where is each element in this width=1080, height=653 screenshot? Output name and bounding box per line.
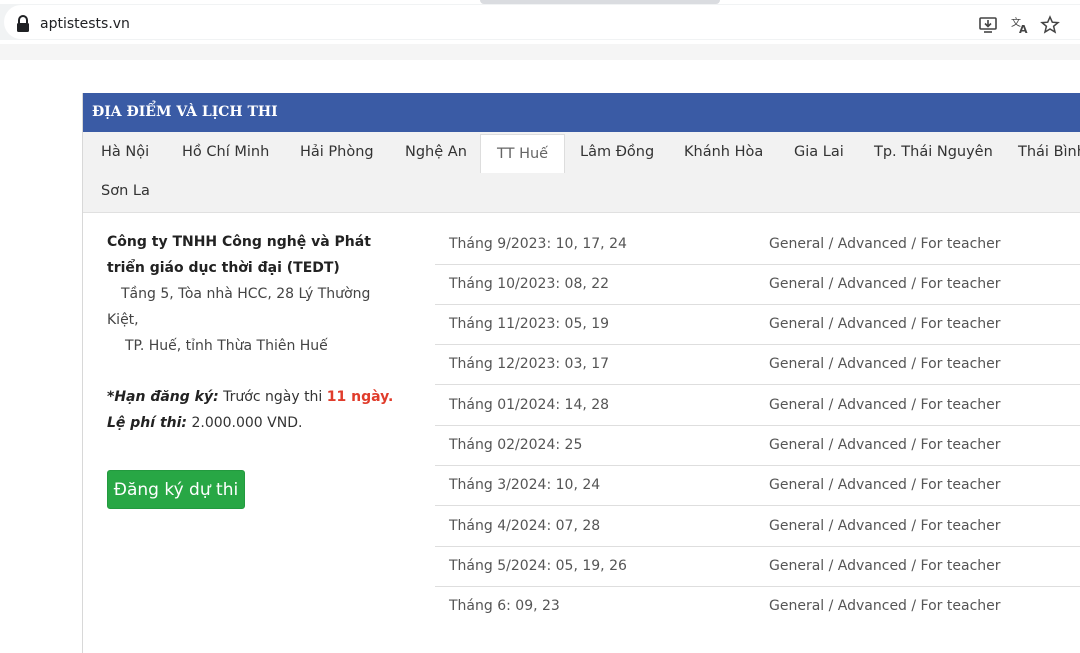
location-tabs: Hà Nội Hồ Chí Minh Hải Phòng Nghệ An TT … — [83, 132, 1080, 213]
lock-icon[interactable] — [16, 15, 30, 33]
translate-icon[interactable]: 文 A — [1010, 15, 1030, 36]
tab-lam-dong[interactable]: Lâm Đồng — [580, 133, 654, 171]
deadline-text: Trước ngày thi — [218, 389, 327, 405]
tab-khanh-hoa[interactable]: Khánh Hòa — [684, 133, 763, 171]
address-line-1: Tầng 5, Tòa nhà HCC, 28 Lý Thường — [121, 286, 371, 302]
company-name: Công ty TNHH Công nghệ và Phát triển giá… — [107, 234, 371, 276]
schedule-row: Tháng 5/2024: 05, 19, 26 General / Advan… — [435, 546, 1080, 587]
schedule-row: Tháng 6: 09, 23 General / Advanced / For… — [435, 586, 1080, 626]
tab-tp-thai-nguyen[interactable]: Tp. Thái Nguyên — [874, 133, 993, 171]
schedule-level: General / Advanced / For teacher — [769, 397, 1001, 413]
deadline-label: *Hạn đăng ký: — [107, 389, 219, 405]
schedule-row: Tháng 12/2023: 03, 17 General / Advanced… — [435, 344, 1080, 385]
schedule-level: General / Advanced / For teacher — [769, 236, 1001, 252]
tab-nghe-an[interactable]: Nghệ An — [405, 133, 467, 171]
schedule-date: Tháng 5/2024: 05, 19, 26 — [449, 558, 627, 574]
schedule-date: Tháng 02/2024: 25 — [449, 437, 583, 453]
registration-deadline: *Hạn đăng ký: Trước ngày thi 11 ngày. — [107, 384, 393, 410]
schedule-row: Tháng 3/2024: 10, 24 General / Advanced … — [435, 465, 1080, 506]
tab-tt-hue[interactable]: TT Huế — [480, 134, 566, 173]
schedule-row: Tháng 10/2023: 08, 22 General / Advanced… — [435, 264, 1080, 305]
browser-toolbar: aptistests.vn 文 A — [0, 0, 1080, 44]
svg-text:A: A — [1019, 23, 1028, 35]
schedule-row: Tháng 9/2023: 10, 17, 24 General / Advan… — [435, 224, 1080, 265]
tab-son-la[interactable]: Sơn La — [101, 172, 150, 210]
schedule-level: General / Advanced / For teacher — [769, 276, 1001, 292]
exam-schedule-panel: ĐỊA ĐIỂM VÀ LỊCH THI Hà Nội Hồ Chí Minh … — [82, 93, 1080, 653]
tab-hai-phong[interactable]: Hải Phòng — [300, 133, 374, 171]
install-app-icon[interactable] — [978, 15, 998, 35]
address-line-3: TP. Huế, tỉnh Thừa Thiên Huế — [125, 338, 328, 354]
schedule-level: General / Advanced / For teacher — [769, 558, 1001, 574]
schedule-date: Tháng 10/2023: 08, 22 — [449, 276, 610, 292]
deadline-value: 11 ngày. — [326, 389, 394, 405]
schedule-row: Tháng 11/2023: 05, 19 General / Advanced… — [435, 304, 1080, 345]
fee-value: 2.000.000 VND. — [187, 415, 303, 431]
schedule-row: Tháng 01/2024: 14, 28 General / Advanced… — [435, 385, 1080, 426]
tab-thai-binh[interactable]: Thái Bình — [1018, 133, 1080, 171]
schedule-date: Tháng 11/2023: 05, 19 — [449, 316, 610, 332]
register-exam-button[interactable]: Đăng ký dự thi — [107, 470, 245, 509]
schedule-date: Tháng 01/2024: 14, 28 — [449, 397, 610, 413]
schedule-date: Tháng 3/2024: 10, 24 — [449, 477, 601, 493]
tab-gia-lai[interactable]: Gia Lai — [794, 133, 844, 171]
schedule-level: General / Advanced / For teacher — [769, 598, 1001, 614]
schedule-date: Tháng 12/2023: 03, 17 — [449, 356, 610, 372]
schedule-level: General / Advanced / For teacher — [769, 437, 1001, 453]
exam-fee: Lệ phí thi: 2.000.000 VND. — [107, 410, 302, 436]
page-top-strip — [0, 44, 1080, 60]
url-text[interactable]: aptistests.vn — [40, 16, 130, 32]
schedule-date: Tháng 4/2024: 07, 28 — [449, 518, 601, 534]
address-line-2: Kiệt, — [107, 312, 139, 328]
schedule-level: General / Advanced / For teacher — [769, 316, 1001, 332]
schedule-level: General / Advanced / For teacher — [769, 477, 1001, 493]
tab-ha-noi[interactable]: Hà Nội — [101, 133, 149, 171]
url-field[interactable]: aptistests.vn 文 A — [4, 5, 1080, 39]
address-bar[interactable]: aptistests.vn 文 A — [0, 4, 1080, 40]
schedule-row: Tháng 4/2024: 07, 28 General / Advanced … — [435, 506, 1080, 547]
schedule-level: General / Advanced / For teacher — [769, 518, 1001, 534]
fee-label: Lệ phí thi: — [107, 415, 188, 431]
schedule-level: General / Advanced / For teacher — [769, 356, 1001, 372]
schedule-row: Tháng 02/2024: 25 General / Advanced / F… — [435, 425, 1080, 466]
bookmark-star-icon[interactable] — [1040, 15, 1060, 35]
schedule-date: Tháng 6: 09, 23 — [449, 598, 560, 614]
tab-ho-chi-minh[interactable]: Hồ Chí Minh — [182, 133, 269, 171]
section-title: ĐỊA ĐIỂM VÀ LỊCH THI — [83, 93, 1080, 132]
schedule-date: Tháng 9/2023: 10, 17, 24 — [449, 236, 627, 252]
